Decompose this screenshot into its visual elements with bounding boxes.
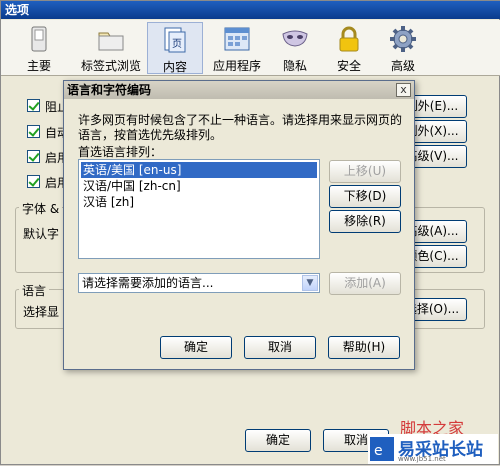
list-item[interactable]: 汉语 [zh] bbox=[81, 194, 134, 210]
dialog-cancel-button[interactable]: 取消 bbox=[244, 336, 316, 359]
dialog-ok-button[interactable]: 确定 bbox=[160, 336, 232, 359]
fonts-group-title: 字体 & bbox=[19, 200, 63, 217]
mask-icon bbox=[282, 30, 308, 47]
default-font-label: 默认字 bbox=[23, 227, 60, 241]
window-title: 选项 bbox=[1, 1, 500, 19]
dialog-title: 语言和字符编码 bbox=[64, 81, 414, 99]
add-language-select[interactable]: 请选择需要添加的语言... ▼ bbox=[78, 273, 320, 293]
language-label: 选择显 bbox=[23, 305, 60, 319]
checkbox[interactable] bbox=[27, 99, 40, 112]
language-dialog: 语言和字符编码 x 许多网页有时候包含了不止一种语言。请选择用来显示网页的 语言… bbox=[63, 80, 415, 370]
watermark-brand: e 易采站长站 www.jb51.net bbox=[368, 434, 498, 464]
language-list[interactable]: 英语/美国 [en-us] 汉语/中国 [zh-cn] 汉语 [zh] bbox=[78, 159, 320, 259]
tab-label: 安全 bbox=[336, 59, 361, 73]
gear-icon bbox=[390, 26, 416, 52]
brand-url: www.jb51.net bbox=[398, 455, 446, 463]
tab-content[interactable]: 页 内容 bbox=[147, 22, 203, 74]
tab-label: 高级 bbox=[390, 59, 415, 73]
tab-label: 内容 bbox=[162, 60, 187, 74]
switch-icon bbox=[31, 26, 47, 52]
tab-security[interactable]: 安全 bbox=[321, 22, 377, 74]
ok-button[interactable]: 确定 bbox=[245, 429, 311, 452]
dialog-description-line2: 语言，按首选优先级排列。 bbox=[78, 128, 223, 142]
tab-tabs[interactable]: 标签式浏览 bbox=[77, 22, 145, 74]
lock-icon bbox=[339, 26, 359, 52]
tab-main[interactable]: 主要 bbox=[11, 22, 67, 74]
checkbox[interactable] bbox=[27, 150, 40, 163]
tab-applications[interactable]: 应用程序 bbox=[205, 22, 269, 74]
list-item[interactable]: 汉语/中国 [zh-cn] bbox=[81, 178, 181, 194]
page-icon: 页 bbox=[164, 27, 186, 53]
svg-text:页: 页 bbox=[172, 38, 182, 50]
tab-label: 应用程序 bbox=[212, 59, 261, 73]
svg-text:e: e bbox=[374, 443, 383, 459]
move-down-button[interactable]: 下移(D) bbox=[329, 185, 401, 208]
tab-privacy[interactable]: 隐私 bbox=[267, 22, 323, 74]
applications-icon bbox=[224, 27, 250, 51]
tab-advanced[interactable]: 高级 bbox=[375, 22, 431, 74]
tab-label: 隐私 bbox=[282, 59, 307, 73]
select-placeholder: 请选择需要添加的语言... bbox=[82, 276, 214, 290]
list-label: 首选语言排列： bbox=[78, 145, 163, 159]
list-item[interactable]: 英语/美国 [en-us] bbox=[81, 162, 317, 178]
chevron-down-icon[interactable]: ▼ bbox=[302, 275, 318, 291]
remove-button[interactable]: 移除(R) bbox=[329, 210, 401, 233]
close-icon[interactable]: x bbox=[396, 83, 411, 97]
tab-label: 标签式浏览 bbox=[80, 59, 141, 73]
tab-label: 主要 bbox=[26, 59, 51, 73]
brand-logo-icon: e bbox=[370, 437, 394, 461]
move-up-button[interactable]: 上移(U) bbox=[329, 160, 401, 183]
folder-icon bbox=[98, 32, 124, 51]
checkbox[interactable] bbox=[27, 125, 40, 138]
options-toolbar: 主要 标签式浏览 页 内容 应用程序 隐私 安全 高级 bbox=[1, 20, 500, 76]
checkbox[interactable] bbox=[27, 175, 40, 188]
language-group-title: 语言 bbox=[19, 282, 50, 299]
help-button[interactable]: 帮助(H) bbox=[328, 336, 400, 359]
add-button[interactable]: 添加(A) bbox=[329, 272, 401, 295]
